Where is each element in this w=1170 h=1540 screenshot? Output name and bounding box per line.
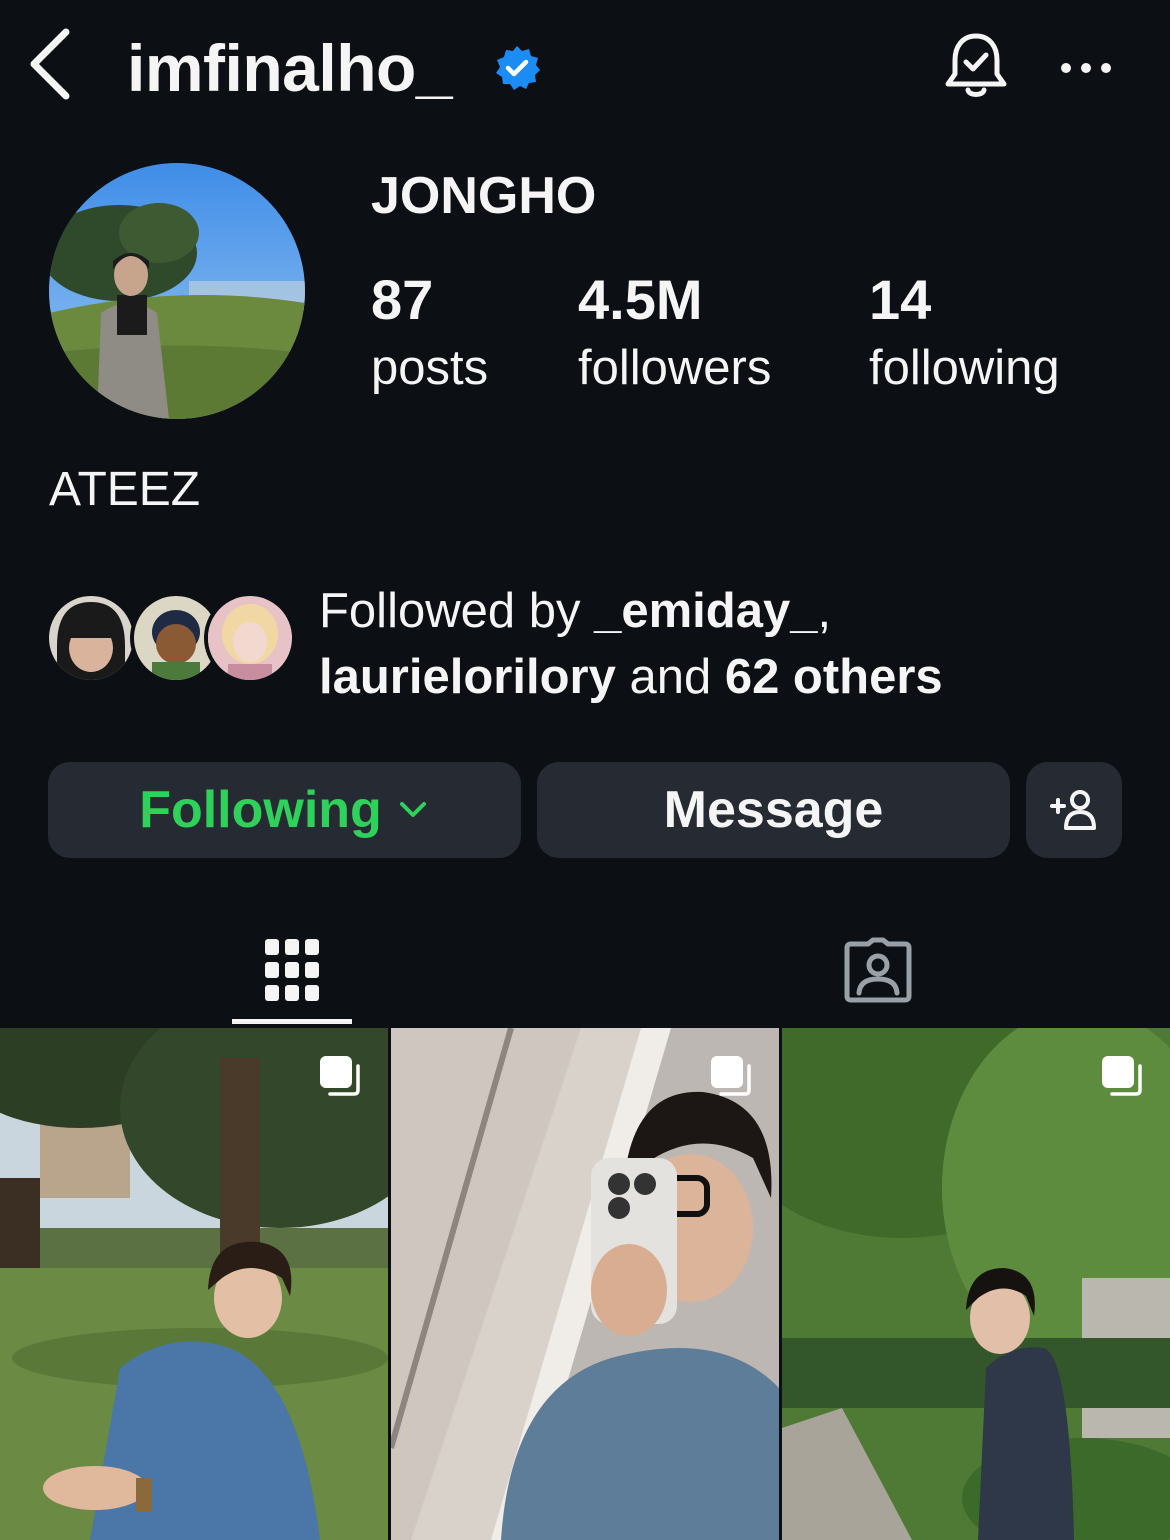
active-tab-indicator — [232, 1019, 352, 1024]
posts-count[interactable]: 87 — [371, 268, 433, 332]
profile-bio: ATEEZ — [49, 463, 201, 516]
carousel-icon — [320, 1056, 360, 1096]
followers-label[interactable]: followers — [578, 338, 771, 398]
mutual-follower-link[interactable]: laurielorilory — [319, 650, 616, 704]
followed-by-text[interactable]: Followed by _emiday_, laurielorilory and… — [319, 578, 1139, 710]
profile-username: imfinalho_ — [127, 31, 453, 105]
display-name: JONGHO — [371, 167, 597, 225]
verified-badge-icon — [496, 46, 540, 90]
more-options-icon[interactable] — [1056, 48, 1116, 88]
others-count-link[interactable]: 62 others — [725, 650, 943, 704]
mutual-follower-link[interactable]: _emiday_ — [594, 584, 817, 638]
suggested-users-button[interactable] — [1026, 762, 1122, 858]
following-button-label: Following — [139, 781, 382, 839]
tab-tagged[interactable] — [818, 915, 938, 1025]
posts-label[interactable]: posts — [371, 338, 488, 398]
tab-posts-grid[interactable] — [232, 915, 352, 1025]
tagged-person-icon — [844, 937, 912, 1003]
add-person-icon — [1050, 790, 1096, 830]
post-thumbnail[interactable] — [782, 1028, 1170, 1540]
message-button-label: Message — [663, 781, 884, 839]
following-label[interactable]: following — [869, 338, 1060, 398]
carousel-icon — [1102, 1056, 1142, 1096]
mutual-follower-avatar[interactable] — [204, 592, 296, 684]
following-count[interactable]: 14 — [869, 268, 931, 332]
back-chevron-icon[interactable] — [24, 24, 84, 104]
followed-by-separator: , — [817, 584, 832, 638]
followers-count[interactable]: 4.5M — [578, 268, 703, 332]
bell-check-icon[interactable] — [940, 30, 1012, 102]
profile-avatar[interactable] — [49, 163, 305, 419]
carousel-icon — [711, 1056, 751, 1096]
following-button[interactable]: Following — [48, 762, 521, 858]
post-thumbnail[interactable] — [391, 1028, 779, 1540]
followed-by-prefix: Followed by — [319, 584, 595, 638]
mutual-follower-avatar[interactable] — [45, 592, 137, 684]
post-thumbnail[interactable] — [0, 1028, 388, 1540]
grid-icon — [265, 939, 319, 1001]
message-button[interactable]: Message — [537, 762, 1010, 858]
followed-by-and: and — [615, 650, 725, 704]
chevron-down-icon — [399, 802, 426, 817]
